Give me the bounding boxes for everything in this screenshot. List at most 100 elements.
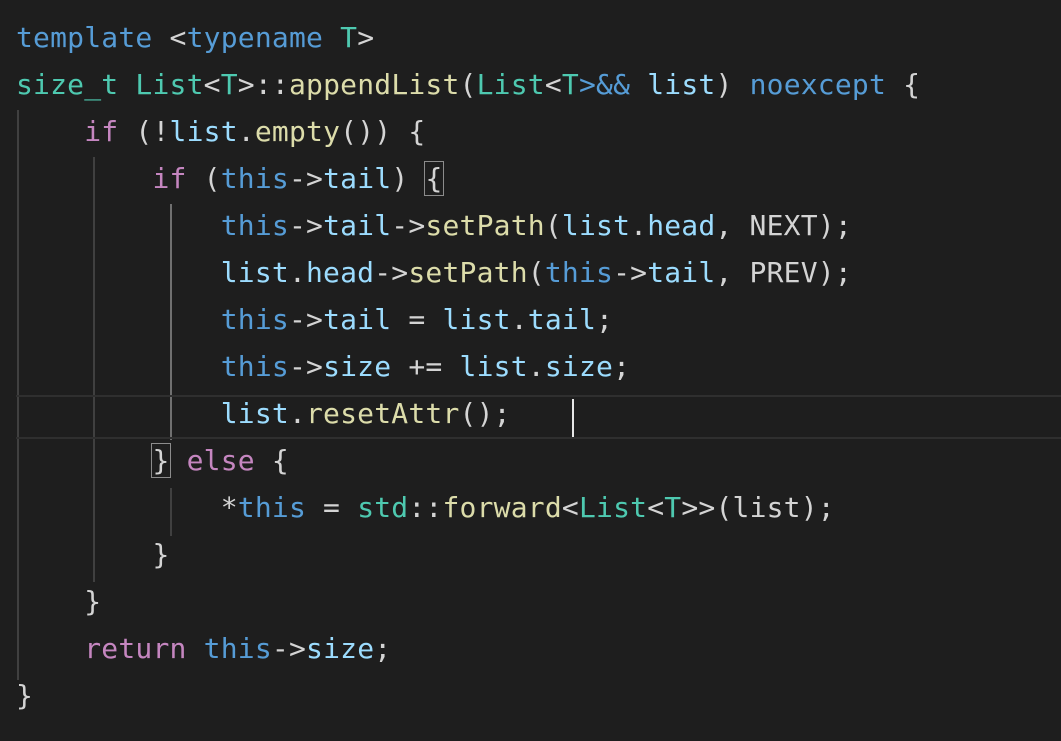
code-token: <: [544, 68, 562, 101]
code-token: +=: [391, 350, 460, 383]
code-line-3[interactable]: if (!list.empty()) {: [16, 108, 425, 155]
code-token: ::: [408, 491, 443, 524]
code-token: (: [118, 115, 153, 148]
code-token: List: [578, 491, 648, 524]
code-token: T: [561, 68, 579, 101]
code-token: else: [186, 444, 255, 477]
code-line-8[interactable]: this->size += list.size;: [16, 343, 630, 390]
code-token: size: [544, 350, 614, 383]
code-line-7[interactable]: this->tail = list.tail;: [16, 296, 613, 343]
code-token: this: [203, 632, 272, 665]
code-line-1[interactable]: template <typename T>: [16, 14, 374, 61]
code-token: <: [647, 491, 665, 524]
code-token: .: [288, 256, 306, 289]
code-token: list: [169, 115, 238, 148]
code-token: (list);: [715, 491, 835, 524]
code-token: list: [459, 350, 528, 383]
code-token: tail: [647, 256, 716, 289]
code-token: >::: [237, 68, 289, 101]
code-token: this: [544, 256, 614, 289]
code-token: }: [151, 443, 171, 478]
code-line-9[interactable]: list.resetAttr();: [16, 390, 511, 437]
code-token: list: [220, 397, 289, 430]
code-token: size_t: [16, 68, 119, 101]
code-token: ->: [391, 209, 426, 242]
code-token: return: [84, 632, 187, 665]
code-token: setPath: [425, 209, 545, 242]
code-token: head: [306, 256, 375, 289]
code-token: List: [135, 68, 204, 101]
code-editor[interactable]: template <typename T> size_t List<T>::app…: [0, 0, 1061, 741]
code-token: ->: [613, 256, 648, 289]
code-line-6[interactable]: list.head->setPath(this->tail, PREV);: [16, 249, 852, 296]
code-token: size: [323, 350, 392, 383]
code-line-10[interactable]: } else {: [16, 437, 289, 484]
code-token: {: [903, 68, 921, 101]
code-token: <: [203, 68, 221, 101]
code-line-14[interactable]: return this->size;: [16, 625, 391, 672]
code-token: .: [237, 115, 255, 148]
code-token: }: [16, 679, 34, 712]
code-token: ->: [271, 632, 307, 665]
code-token: !: [152, 115, 170, 148]
code-token: setPath: [408, 256, 528, 289]
code-token: <: [561, 491, 579, 524]
code-token: , PREV);: [715, 256, 852, 289]
code-token: ();: [459, 397, 511, 430]
code-token: ->: [288, 209, 324, 242]
code-line-5[interactable]: this->tail->setPath(list.head, NEXT);: [16, 202, 852, 249]
code-line-12[interactable]: }: [16, 531, 170, 578]
code-token: (: [186, 162, 221, 195]
code-token: >&&: [578, 68, 631, 101]
code-token: =: [391, 303, 443, 336]
code-token: ;: [374, 632, 392, 665]
code-token: {: [254, 444, 289, 477]
code-token: {: [424, 161, 444, 196]
code-token: tail: [527, 303, 597, 336]
code-token: (: [527, 256, 545, 289]
code-line-11[interactable]: *this = std::forward<List<T>>(list);: [16, 484, 835, 531]
code-token: }: [84, 585, 102, 618]
code-token: }: [152, 538, 170, 571]
code-token: List: [476, 68, 545, 101]
code-token: list: [442, 303, 511, 336]
code-token: T: [340, 21, 358, 54]
text-cursor: [572, 399, 574, 437]
code-token: this: [220, 162, 289, 195]
code-token: appendList: [288, 68, 460, 101]
code-line-2[interactable]: size_t List<T>::appendList(List<T>&& lis…: [16, 61, 920, 108]
code-token: this: [220, 303, 289, 336]
code-token: this: [220, 350, 289, 383]
code-token: ): [391, 162, 426, 195]
code-token: (: [459, 68, 477, 101]
code-line-15[interactable]: }: [16, 672, 33, 719]
code-token: tail: [323, 209, 392, 242]
code-token: ): [715, 68, 733, 101]
code-token: .: [288, 397, 306, 430]
code-token: <: [169, 21, 187, 54]
code-line-13[interactable]: }: [16, 578, 101, 625]
code-token: this: [237, 491, 306, 524]
code-token: T: [664, 491, 682, 524]
code-token: .: [527, 350, 545, 383]
code-token: .: [630, 209, 648, 242]
code-line-4[interactable]: if (this->tail) {: [16, 155, 444, 202]
